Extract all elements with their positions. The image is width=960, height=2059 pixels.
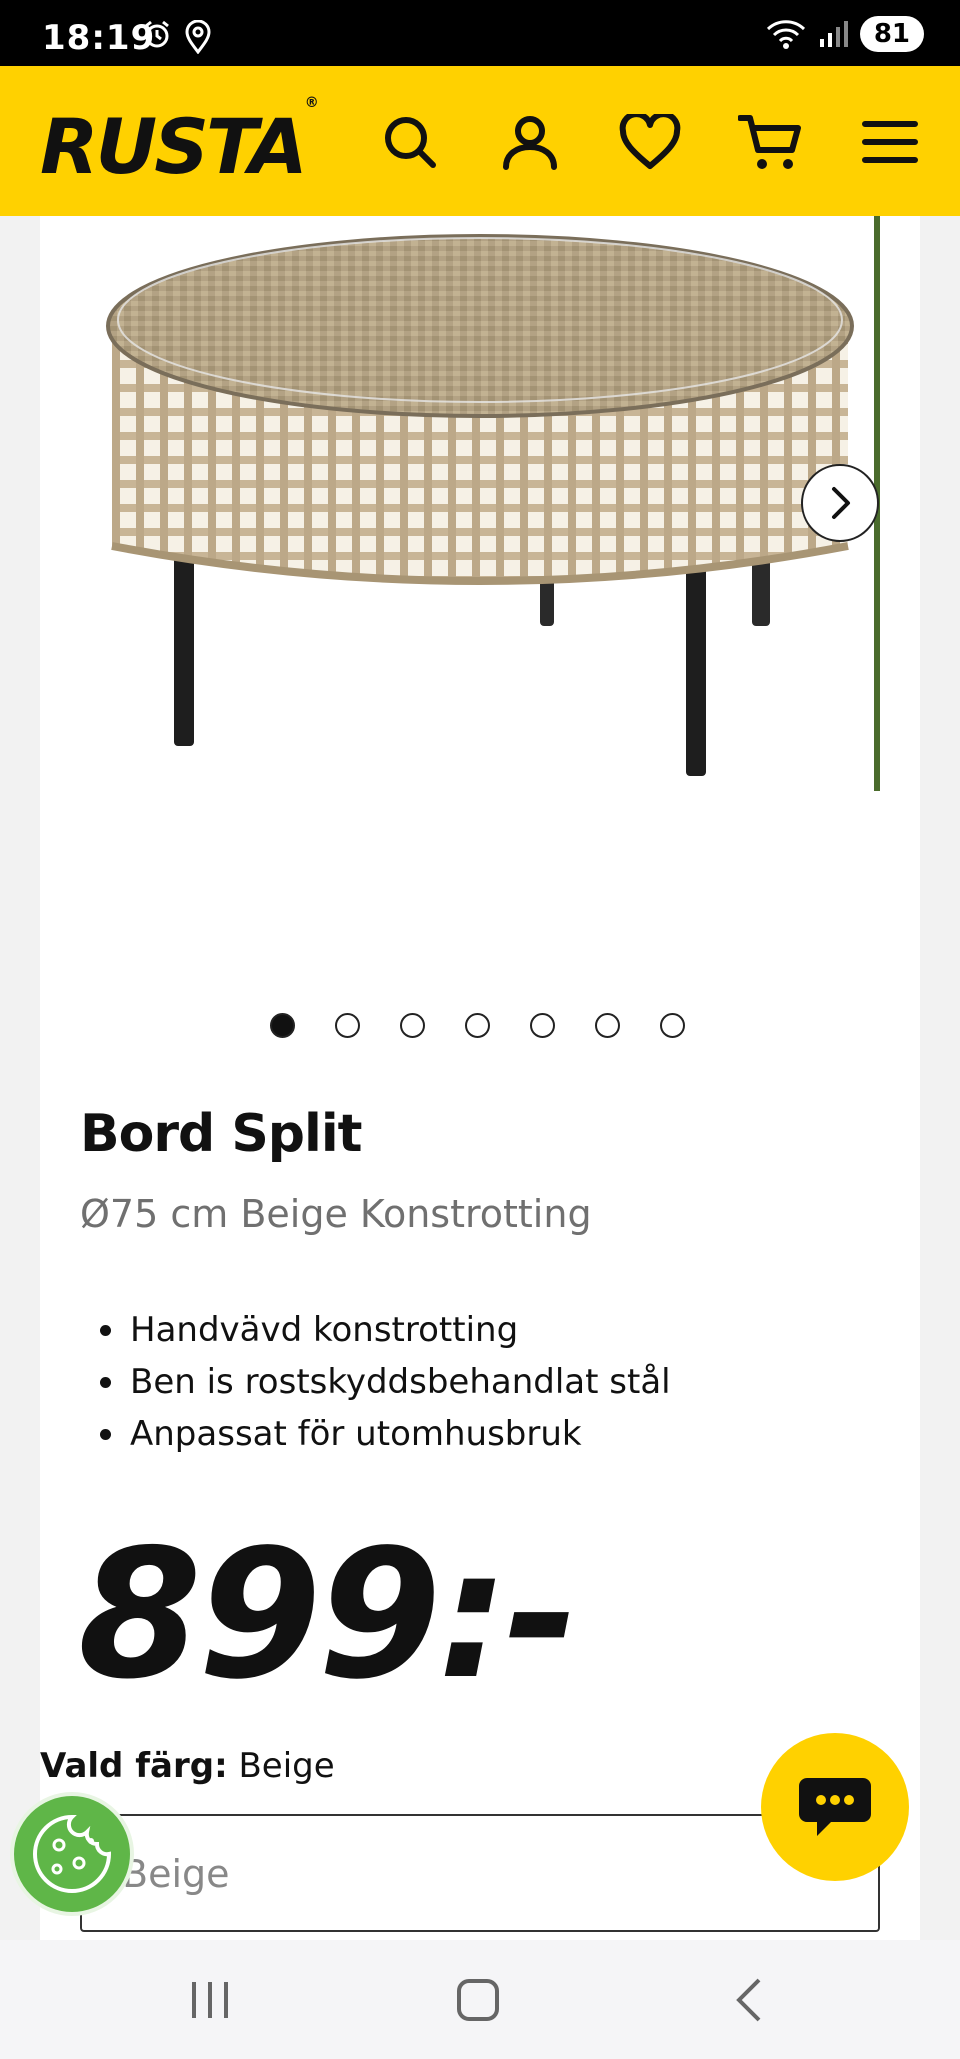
gallery-dot[interactable] (530, 1013, 555, 1038)
gallery-dot[interactable] (270, 1013, 295, 1038)
system-nav-bar (0, 1940, 960, 2059)
account-button[interactable] (496, 108, 564, 176)
gallery-dot[interactable] (595, 1013, 620, 1038)
signal-icon (819, 21, 848, 47)
gallery-dot[interactable] (400, 1013, 425, 1038)
product-subtitle: Ø75 cm Beige Konstrotting (80, 1192, 592, 1236)
product-title: Bord Split (80, 1104, 363, 1164)
selected-color-label: Vald färg: Beige (40, 1746, 335, 1786)
product-features: Handvävd konstrotting Ben is rostskyddsb… (100, 1304, 671, 1460)
cart-button[interactable] (736, 108, 804, 176)
color-label-value: Beige (238, 1746, 335, 1786)
back-icon (736, 1978, 761, 2022)
account-icon (503, 116, 557, 170)
gallery-dot[interactable] (465, 1013, 490, 1038)
status-icons-right: 81 (766, 16, 924, 52)
product-image[interactable] (40, 216, 880, 791)
cart-icon (738, 115, 801, 169)
search-icon (385, 117, 436, 168)
menu-button[interactable] (856, 108, 924, 176)
color-label-title: Vald färg: (40, 1746, 228, 1786)
battery-indicator: 81 (859, 16, 924, 52)
gallery-pagination (270, 1013, 685, 1038)
site-header: RUSTA® (0, 66, 960, 216)
status-time: 18:19 (42, 18, 156, 58)
color-select[interactable]: Beige (80, 1814, 880, 1932)
status-bar: 18:19 81 (0, 0, 960, 66)
rusta-logo[interactable]: RUSTA® (40, 95, 319, 191)
cookie-icon (33, 1814, 112, 1893)
wishlist-heart-icon (619, 114, 681, 169)
home-button[interactable] (438, 1970, 518, 2030)
chevron-right-icon (832, 487, 850, 519)
gallery-next-button[interactable] (801, 464, 879, 542)
feature-item: Handvävd konstrotting (100, 1304, 671, 1356)
product-price: 899:- (78, 1511, 579, 1718)
gallery-dot[interactable] (660, 1013, 685, 1038)
cookie-settings-button[interactable] (10, 1792, 134, 1916)
location-icon (185, 20, 211, 54)
feature-item: Ben is rostskyddsbehandlat stål (100, 1356, 671, 1408)
product-photo-table (106, 234, 854, 776)
chat-button[interactable] (761, 1733, 909, 1881)
logo-registered-mark: ® (304, 94, 319, 111)
status-icons-left (142, 20, 212, 54)
search-button[interactable] (376, 108, 444, 176)
feature-item: Anpassat för utomhusbruk (100, 1408, 671, 1460)
chat-bubble-icon (799, 1778, 871, 1836)
gallery-dot[interactable] (335, 1013, 360, 1038)
product-card: Bord Split Ø75 cm Beige Konstrotting Han… (40, 216, 920, 1940)
color-select-value: Beige (122, 1852, 230, 1896)
recent-apps-button[interactable] (170, 1970, 250, 2030)
menu-icon (862, 121, 918, 163)
logo-text: RUSTA (40, 102, 308, 191)
back-button[interactable] (708, 1970, 788, 2030)
home-icon (457, 1979, 499, 2021)
alarm-icon (145, 20, 169, 48)
wifi-icon (766, 20, 805, 49)
recent-apps-icon (192, 1982, 228, 2018)
wishlist-button[interactable] (616, 108, 684, 176)
